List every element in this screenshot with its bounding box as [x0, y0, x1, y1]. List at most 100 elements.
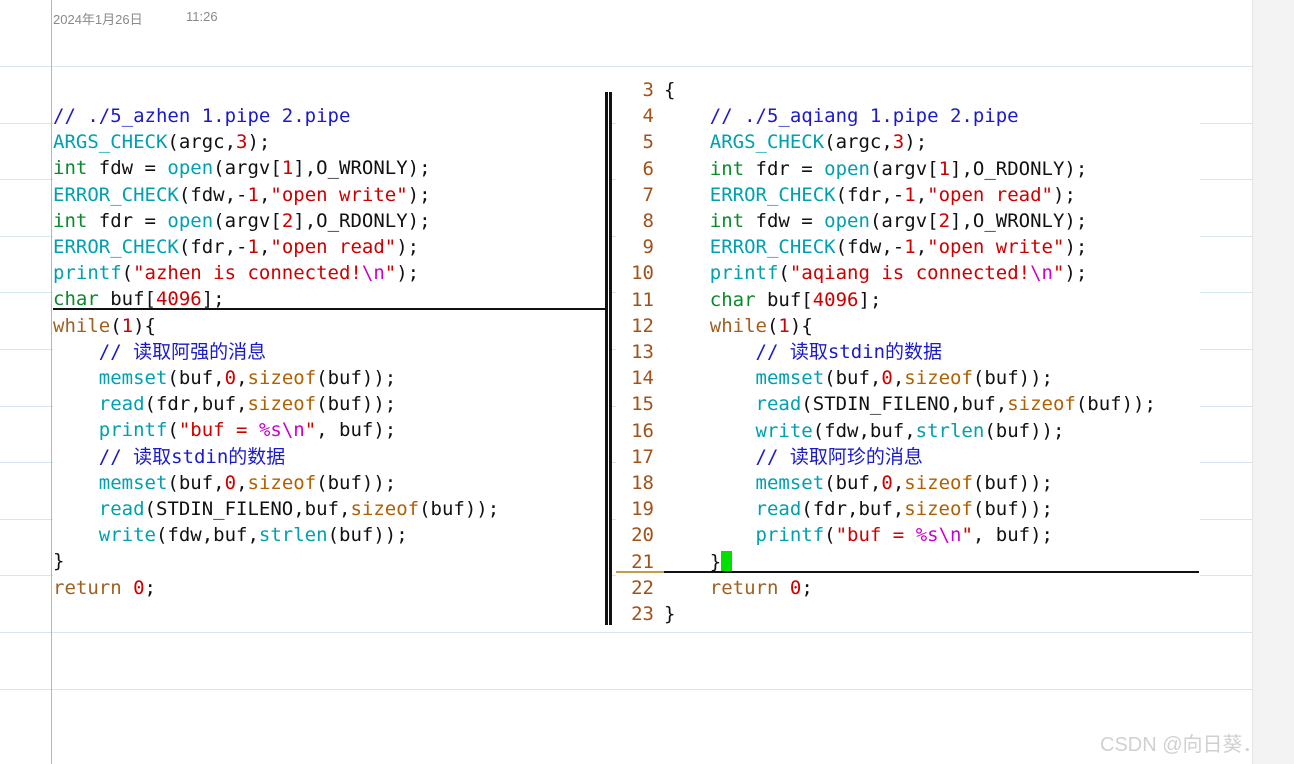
code-line[interactable]: 4 // ./5_aqiang 1.pipe 2.pipe: [616, 103, 1019, 129]
code-text: read(STDIN_FILENO,buf,sizeof(buf));: [664, 391, 1156, 417]
code-token: );: [1064, 236, 1088, 259]
code-token: ,: [258, 236, 271, 258]
editor-pane-azhen[interactable]: // ./5_azhen 1.pipe 2.pipe ARGS_CHECK(arg…: [53, 103, 605, 623]
code-token: (fdw,-: [835, 236, 905, 259]
code-token: open: [824, 157, 870, 180]
code-line[interactable]: 16 write(fdw,buf,strlen(buf));: [616, 418, 1064, 444]
line-number: 14: [631, 367, 654, 390]
code-line[interactable]: read(fdr,buf,sizeof(buf));: [53, 391, 396, 417]
code-line[interactable]: 20 printf("buf = %s\n", buf);: [616, 522, 1053, 548]
code-line[interactable]: 14 memset(buf,0,sizeof(buf));: [616, 365, 1053, 391]
csdn-watermark: CSDN @向日葵．: [1100, 734, 1263, 756]
code-token: ARGS_CHECK: [53, 131, 168, 154]
code-line[interactable]: 17 // 读取阿珍的消息: [616, 444, 923, 470]
line-number: 19: [631, 498, 654, 521]
line-number: 20: [631, 524, 654, 547]
code-line[interactable]: // ./5_azhen 1.pipe 2.pipe: [53, 103, 350, 129]
code-token: (buf,: [167, 367, 225, 389]
code-line[interactable]: 19 read(fdr,buf,sizeof(buf));: [616, 496, 1053, 522]
line-number: 18: [631, 472, 654, 494]
code-line[interactable]: 7 ERROR_CHECK(fdr,-1,"open read");: [616, 182, 1076, 208]
code-token: 1: [778, 314, 790, 337]
code-token: ;: [144, 576, 156, 599]
code-token: }: [664, 603, 676, 625]
code-token: open: [824, 210, 870, 232]
code-line[interactable]: 6 int fdr = open(argv[1],O_RDONLY);: [616, 156, 1088, 182]
code-line[interactable]: 5 ARGS_CHECK(argc,3);: [616, 129, 928, 155]
code-text: read(fdr,buf,sizeof(buf));: [53, 391, 396, 417]
code-text: printf("buf = %s\n", buf);: [53, 417, 396, 443]
code-text: ARGS_CHECK(argc,3);: [664, 129, 927, 155]
code-token: (buf));: [419, 498, 500, 520]
code-token: ;: [801, 576, 813, 599]
line-number: 15: [631, 393, 654, 416]
code-line[interactable]: 23}: [616, 601, 675, 627]
code-line[interactable]: 18 memset(buf,0,sizeof(buf));: [616, 470, 1053, 496]
code-line[interactable]: 8 int fdw = open(argv[2],O_WRONLY);: [616, 208, 1088, 234]
code-text: // ./5_aqiang 1.pipe 2.pipe: [664, 103, 1019, 129]
code-line[interactable]: // 读取阿强的消息: [53, 339, 266, 365]
code-token: 3: [236, 131, 248, 154]
cursorline-number-underline: [616, 571, 664, 573]
code-token: );: [1053, 183, 1076, 206]
code-token: ,: [236, 367, 248, 389]
code-line[interactable]: return 0;: [53, 575, 156, 601]
code-line[interactable]: while(1){: [53, 313, 156, 339]
code-line[interactable]: ARGS_CHECK(argc,3);: [53, 129, 270, 155]
code-token: // ./5_azhen 1.pipe 2.pipe: [53, 105, 351, 127]
code-token: read: [98, 498, 145, 520]
code-line[interactable]: 9 ERROR_CHECK(fdw,-1,"open write");: [616, 234, 1088, 260]
code-token: memset: [98, 471, 168, 494]
code-line[interactable]: write(fdw,buf,strlen(buf));: [53, 522, 408, 548]
code-line[interactable]: 10 printf("aqiang is connected!\n");: [616, 260, 1087, 286]
code-token: while: [53, 314, 111, 337]
code-token: ],O_RDONLY);: [950, 157, 1088, 180]
line-number: 17: [631, 445, 654, 468]
code-line[interactable]: 11 char buf[4096];: [616, 287, 881, 313]
code-token: (fdr,buf,: [144, 393, 248, 416]
code-text: // 读取阿珍的消息: [664, 444, 923, 470]
code-text: printf("aqiang is connected!\n");: [664, 260, 1088, 286]
code-line[interactable]: }: [53, 548, 64, 574]
code-token: {: [664, 79, 676, 101]
code-token: sizeof: [904, 498, 973, 521]
code-line[interactable]: ERROR_CHECK(fdw,-1,"open write");: [53, 182, 431, 208]
code-token: // 读取阿珍的消息: [755, 445, 923, 468]
code-text: return 0;: [664, 575, 813, 601]
code-line[interactable]: 15 read(STDIN_FILENO,buf,sizeof(buf));: [616, 391, 1156, 417]
code-line[interactable]: printf("azhen is connected!\n");: [53, 260, 419, 286]
code-line[interactable]: int fdr = open(argv[2],O_RDONLY);: [53, 208, 431, 234]
code-text: memset(buf,0,sizeof(buf));: [53, 365, 396, 391]
code-token: 0: [224, 367, 237, 389]
code-text: int fdw = open(argv[2],O_WRONLY);: [664, 208, 1088, 234]
code-line[interactable]: // 读取stdin的数据: [53, 444, 286, 470]
code-line[interactable]: memset(buf,0,sizeof(buf));: [53, 365, 396, 391]
code-line[interactable]: 3{: [616, 77, 676, 103]
code-token: // 读取stdin的数据: [98, 445, 286, 468]
code-token: fdw =: [87, 157, 168, 180]
editor-pane-aqiang[interactable]: 3{4 // ./5_aqiang 1.pipe 2.pipe 5 ARGS_CH…: [616, 79, 1200, 627]
code-line[interactable]: 12 while(1){: [616, 313, 813, 339]
code-line[interactable]: read(STDIN_FILENO,buf,sizeof(buf));: [53, 496, 499, 522]
code-text: }: [53, 548, 64, 574]
code-line[interactable]: memset(buf,0,sizeof(buf));: [53, 470, 396, 496]
code-line[interactable]: printf("buf = %s\n", buf);: [53, 417, 396, 443]
code-line[interactable]: ERROR_CHECK(fdr,-1,"open read");: [53, 234, 419, 260]
code-line[interactable]: 13 // 读取stdin的数据: [616, 339, 942, 365]
code-token: (buf));: [972, 498, 1053, 521]
code-token: (argv[: [213, 157, 282, 180]
code-line[interactable]: 22 return 0;: [616, 575, 813, 601]
code-token: return: [709, 576, 779, 599]
code-token: ": [384, 262, 397, 285]
code-line[interactable]: int fdw = open(argv[1],O_WRONLY);: [53, 155, 431, 181]
code-token: ": [304, 419, 317, 442]
code-text: // 读取stdin的数据: [53, 444, 286, 470]
scrollbar-track[interactable]: [1252, 0, 1294, 764]
code-token: ERROR_CHECK: [709, 183, 836, 206]
code-token: int: [53, 157, 88, 180]
code-token: 0: [881, 367, 893, 390]
code-token: 1: [938, 157, 951, 180]
